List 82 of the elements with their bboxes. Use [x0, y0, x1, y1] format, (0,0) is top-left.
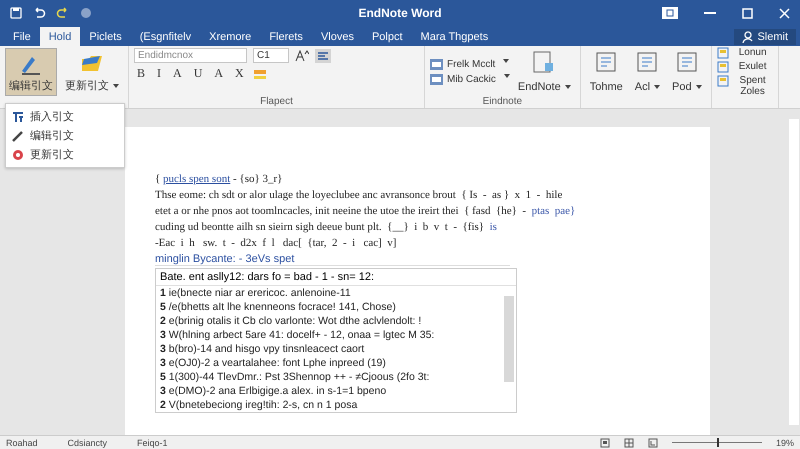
close-icon[interactable]: [779, 8, 790, 18]
menu-item[interactable]: 插入引文: [6, 107, 124, 126]
document-icon: [430, 59, 443, 70]
edit-icon: [716, 47, 729, 59]
ribbon-tab[interactable]: Xremore: [200, 27, 260, 46]
circle-icon[interactable]: [80, 7, 92, 19]
zoom-level: 19%: [776, 438, 794, 448]
window-title: EndNote Word: [358, 6, 442, 20]
ribbon-tab[interactable]: Mara Thgpets: [412, 27, 498, 46]
save-icon[interactable]: [10, 7, 22, 19]
caret-icon: [504, 74, 510, 78]
document-text: etet a or nhe pnos aot toomlncacles, init neeine the utoe the ireirt thei { fasd {he} - ptas pae}: [155, 205, 576, 217]
menu-item[interactable]: 更新引文: [6, 145, 124, 164]
ribbon-tab[interactable]: Hold: [40, 27, 80, 46]
grow-font-icon[interactable]: [295, 50, 309, 62]
group-label: Eindnote: [482, 96, 524, 107]
document-text: { pucls spen sont - {so} 3_r}: [155, 173, 284, 185]
caret-icon: [696, 85, 702, 90]
citation-item[interactable]: 2 e(brinig otalis it Cb clo varlonte: Wot dthe aclvlendolt: !: [156, 314, 502, 328]
document-text: -Eac i h sw. t - d2x f l dac[ {tar, 2 - i cac] v]: [155, 237, 398, 249]
status-text: Roahad: [6, 438, 38, 448]
document-text: cuding ud beontte ailh sn sieirn sigh deeue bunt plt. {__} i b v t - {fis} is: [155, 221, 498, 233]
ribbon-tab[interactable]: Piclets: [80, 27, 131, 46]
ribbon-button[interactable]: Exulet: [716, 61, 773, 73]
document-text: Thse eome: ch sdt or alor ulage the loyeclubee anc avransonce brout { Is - as } x 1 - hile: [155, 189, 564, 201]
format-button[interactable]: A: [170, 66, 185, 81]
read-mode-icon[interactable]: [648, 438, 658, 448]
ribbon-display-icon[interactable]: [662, 7, 678, 19]
citation-item[interactable]: 2 V(bnetebeciong ireg!tih: 2-s, cn n 1 posa: [156, 398, 502, 412]
menu-item[interactable]: 编辑引文: [6, 126, 124, 145]
font-size-field[interactable]: C1: [253, 48, 289, 63]
caret-icon: [503, 59, 510, 63]
scrollbar[interactable]: [504, 296, 514, 382]
citation-item[interactable]: 5 1(300)-44 TlevDmr.: Pst 3Shennop ++ - ≠Cjoous (2fo 3t:: [156, 370, 502, 384]
ribbon-button[interactable]: Acl: [630, 48, 664, 96]
ribbon-button[interactable]: 编辑引文: [5, 48, 57, 96]
pencil-icon: [12, 130, 24, 142]
person-icon: [742, 31, 754, 43]
web-layout-icon[interactable]: [624, 438, 634, 448]
ribbon-button[interactable]: Tohme: [586, 48, 627, 96]
format-button[interactable]: X: [232, 66, 247, 81]
format-button[interactable]: B: [134, 66, 148, 81]
status-text: Cdsiancty: [68, 438, 108, 448]
format-button[interactable]: I: [154, 66, 164, 81]
ribbon-tab[interactable]: File: [4, 27, 40, 46]
account-button[interactable]: Slemit: [734, 29, 796, 45]
insert-icon: [12, 110, 24, 122]
ribbon-button[interactable]: 更新引文: [61, 48, 123, 96]
ribbon-tab[interactable]: (Esgnfitelv: [130, 27, 200, 46]
maximize-icon[interactable]: [742, 8, 753, 18]
citation-item[interactable]: 3 b(bro)-14 and hisgo vpy tinsnleacect caort: [156, 342, 502, 356]
ribbon-tab[interactable]: Polpct: [362, 27, 412, 46]
ribbon-button[interactable]: Pod: [668, 48, 706, 96]
citation-heading: minglin Bycante: - 3eVs spet: [155, 253, 510, 266]
list-icon[interactable]: [315, 48, 331, 62]
font-name-field[interactable]: Endidmcnox: [134, 48, 247, 63]
ribbon-button[interactable]: Spent Zoles: [716, 75, 773, 97]
ribbon-button[interactable]: Lonun: [716, 47, 773, 59]
citation-item[interactable]: 1 ie(bnecte niar ar erericoc. anlenoine-11: [156, 286, 502, 300]
format-button[interactable]: U: [190, 66, 206, 81]
ribbon-button[interactable]: Frelk Mcclt: [430, 59, 510, 70]
edit-icon: [716, 61, 729, 73]
citation-item[interactable]: 3 e(OJ0)-2 a veartalahee: font Lphe inpreed (19): [156, 356, 502, 370]
ribbon-button[interactable]: EndNote: [514, 48, 575, 96]
citation-item[interactable]: 3 e(DMO)-2 ana Erlbigige.a alex. in s-1=1 bpeno: [156, 384, 502, 398]
refresh-icon: [12, 148, 24, 160]
ribbon-tab[interactable]: Flerets: [260, 27, 312, 46]
caret-icon: [564, 85, 571, 90]
search-field[interactable]: Bate. ent aslly12: dars fo = bad - 1 - sn= 12:: [156, 269, 516, 286]
ribbon-button[interactable]: Mib Cackic: [430, 74, 510, 85]
group-label: Flapect: [259, 96, 294, 107]
ribbon-tab[interactable]: Vloves: [312, 27, 363, 46]
caret-icon: [654, 85, 660, 90]
format-button[interactable]: A: [211, 66, 226, 81]
citation-item[interactable]: 3 W(hlning arbect 5are 41: docelf+ - 12, onaa = lgtec M 35:: [156, 328, 502, 342]
document-icon: [430, 74, 443, 85]
status-text: Feiqo-1: [137, 438, 168, 448]
edit-icon: [716, 75, 729, 87]
citation-item[interactable]: 5 /e(bhetts aIt lhe knenneons focrace! 141, Chose): [156, 300, 502, 314]
print-layout-icon[interactable]: [600, 438, 610, 448]
scrollbar[interactable]: [789, 119, 799, 425]
document-icon: [533, 51, 556, 75]
